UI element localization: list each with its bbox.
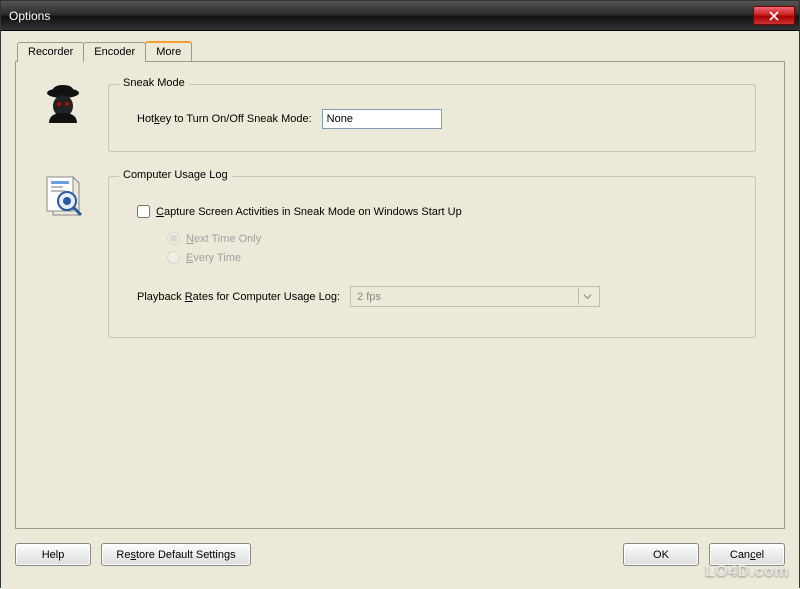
- capture-label: Capture Screen Activities in Sneak Mode …: [156, 206, 462, 218]
- button-bar: Help Restore Default Settings OK Cancel: [15, 543, 785, 566]
- playback-rate-value: 2 fps: [357, 291, 381, 303]
- sneak-mode-icon: [42, 84, 84, 126]
- chevron-down-icon: [578, 288, 595, 305]
- usage-log-icon: [42, 176, 84, 218]
- hotkey-label: Hotkey to Turn On/Off Sneak Mode:: [137, 113, 312, 125]
- radio-every-time: [167, 251, 180, 264]
- playback-rate-label: Playback Rates for Computer Usage Log:: [137, 291, 340, 303]
- radio-next-time: [167, 232, 180, 245]
- tab-strip: Recorder Encoder More: [17, 41, 785, 61]
- window-title: Options: [9, 9, 753, 23]
- cancel-button[interactable]: Cancel: [709, 543, 785, 566]
- capture-checkbox[interactable]: [137, 205, 150, 218]
- tab-panel-more: Sneak Mode Hotkey to Turn On/Off Sneak M…: [15, 61, 785, 529]
- tab-encoder[interactable]: Encoder: [83, 42, 146, 62]
- close-button[interactable]: [753, 6, 795, 25]
- sneak-mode-row: Sneak Mode Hotkey to Turn On/Off Sneak M…: [42, 84, 758, 152]
- radio-every-time-row: Every Time: [167, 251, 737, 264]
- usage-log-row: Computer Usage Log Capture Screen Activi…: [42, 176, 758, 338]
- ok-button[interactable]: OK: [623, 543, 699, 566]
- restore-defaults-button[interactable]: Restore Default Settings: [101, 543, 251, 566]
- sneak-mode-group: Sneak Mode Hotkey to Turn On/Off Sneak M…: [108, 84, 756, 152]
- playback-rate-combobox[interactable]: 2 fps: [350, 286, 600, 307]
- radio-next-time-label: Next Time Only: [186, 233, 261, 245]
- tab-more[interactable]: More: [145, 41, 192, 61]
- hotkey-input[interactable]: [322, 109, 442, 129]
- usage-log-group: Computer Usage Log Capture Screen Activi…: [108, 176, 756, 338]
- capture-checkbox-row: Capture Screen Activities in Sneak Mode …: [137, 205, 737, 218]
- help-button[interactable]: Help: [15, 543, 91, 566]
- title-bar: Options: [1, 1, 799, 31]
- playback-rate-row: Playback Rates for Computer Usage Log: 2…: [137, 286, 737, 307]
- usage-log-legend: Computer Usage Log: [119, 169, 232, 181]
- radio-next-time-row: Next Time Only: [167, 232, 737, 245]
- sneak-mode-legend: Sneak Mode: [119, 77, 189, 89]
- client-area: Recorder Encoder More Sneak Mode Hotkey …: [1, 31, 799, 589]
- hotkey-field-row: Hotkey to Turn On/Off Sneak Mode:: [127, 109, 737, 129]
- close-icon: [769, 11, 779, 21]
- tab-recorder[interactable]: Recorder: [17, 42, 84, 62]
- radio-every-time-label: Every Time: [186, 252, 241, 264]
